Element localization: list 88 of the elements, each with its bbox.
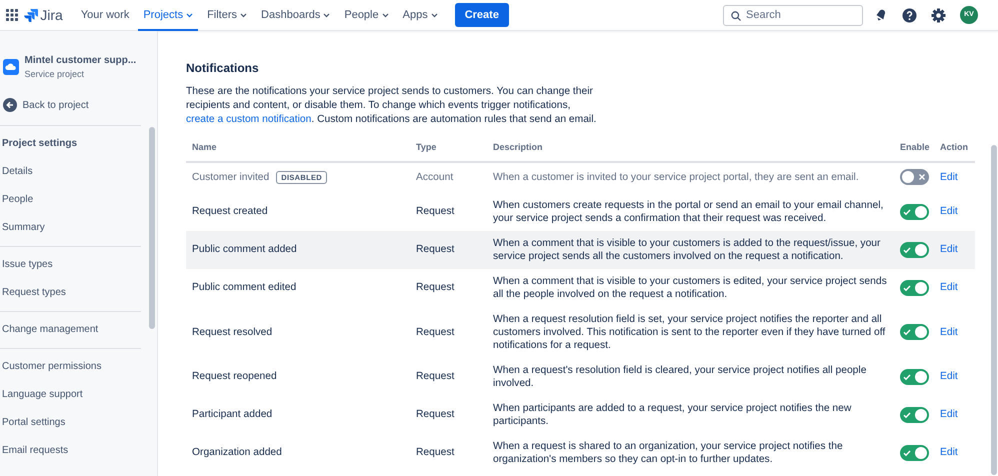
nav-tab[interactable]: Filters — [200, 0, 254, 30]
description-cell: When a comment that is visible to your customers is edited, your service project sends all the people involved on the request a notification. — [487, 268, 894, 306]
sidebar-item[interactable]: Portal settings — [0, 408, 157, 436]
edit-link[interactable]: Edit — [940, 244, 958, 255]
intro-paragraph: These are the notifications your service project sends to customers. You can change their recipients and content, or disable them. To change which events trigger notifications, create a custom notification. Custom notifications are automation rules that send an email. — [186, 85, 598, 127]
notification-name: Customer invited — [192, 172, 270, 183]
notification-name: Organization added — [192, 447, 282, 458]
cloud-icon — [3, 59, 19, 76]
notification-name: Request reopened — [192, 371, 277, 382]
nav-tab[interactable]: Projects — [136, 0, 200, 30]
notification-name: Participant added — [192, 409, 272, 420]
page-scrollbar-thumb[interactable] — [991, 145, 997, 475]
edit-link[interactable]: Edit — [940, 409, 958, 420]
check-icon — [903, 372, 911, 380]
search-icon — [731, 10, 741, 20]
enable-toggle[interactable] — [900, 280, 929, 296]
sidebar-item[interactable]: Summary — [0, 214, 157, 242]
nav-tab[interactable]: Your work — [74, 0, 136, 30]
scrollbar-thumb[interactable] — [149, 127, 155, 329]
notification-name: Public comment added — [192, 244, 297, 255]
check-icon — [903, 208, 911, 216]
create-button[interactable]: Create — [454, 2, 509, 28]
description-cell: When a request is shared to an organization, your service project notifies the organization's members so they can opt-in to further updates. — [487, 434, 894, 472]
nav-tab[interactable]: People — [337, 0, 396, 30]
type-cell: Request — [410, 230, 487, 268]
description-cell: When participants are added to a request, your service project notifies the new participants. — [487, 396, 894, 434]
check-icon — [903, 328, 911, 336]
check-icon — [903, 284, 911, 292]
enable-toggle[interactable] — [900, 242, 929, 258]
sidebar-item[interactable]: Request types — [0, 278, 157, 306]
settings-icon[interactable] — [931, 8, 946, 22]
edit-link[interactable]: Edit — [940, 326, 958, 338]
check-icon — [903, 246, 911, 254]
enable-toggle[interactable] — [900, 324, 929, 340]
sidebar-item[interactable]: Email requests — [0, 436, 157, 464]
app-grid-icon[interactable] — [6, 9, 18, 21]
description-cell: When customers create requests in the portal or send an email to your email channel, your service project sends a confirmation that their request was received. — [487, 192, 894, 230]
enable-toggle[interactable] — [900, 444, 929, 460]
sidebar-item[interactable]: Details — [0, 158, 157, 186]
check-icon — [903, 410, 911, 418]
edit-link[interactable]: Edit — [940, 371, 958, 382]
nav-tab[interactable]: Dashboards — [254, 0, 338, 30]
column-header: Type — [410, 133, 487, 162]
description-cell: When a request resolution field is set, your service project notifies the reporter and all customers involved. This notification is sent to the reporter even if they have turned off notifications for a request. — [487, 306, 894, 358]
type-cell: Request — [410, 358, 487, 396]
enable-toggle[interactable] — [900, 368, 929, 384]
description-cell: When a customer is invited to your service project portal, they are sent an email. — [487, 162, 894, 192]
project-type: Service project — [24, 68, 86, 81]
section-heading: Project settings — [1, 137, 78, 151]
enable-toggle[interactable] — [900, 168, 929, 184]
notification-bell-icon[interactable] — [874, 8, 888, 22]
edit-link[interactable]: Edit — [940, 206, 958, 217]
column-header: Description — [487, 133, 894, 162]
sidebar-item[interactable]: Issue types — [0, 250, 157, 278]
notification-name: Request resolved — [192, 326, 272, 338]
description-cell: When a request's resolution field is cleared, your service project notifies all people involved. — [487, 358, 894, 396]
type-cell: Request — [410, 192, 487, 230]
sidebar-item[interactable]: Customer permissions — [0, 352, 157, 380]
edit-link[interactable]: Edit — [940, 172, 958, 183]
type-cell: Request — [410, 268, 487, 306]
check-icon — [903, 448, 911, 456]
notification-name: Request created — [192, 206, 268, 217]
nav-tab[interactable]: Apps — [396, 0, 445, 30]
type-cell: Request — [410, 306, 487, 358]
notification-name: Public comment edited — [192, 282, 296, 293]
product-name: Jira — [40, 6, 63, 24]
search-field[interactable]: Search — [723, 4, 863, 26]
column-header: Action — [934, 133, 975, 162]
create-notification-link[interactable]: create a custom notification — [186, 114, 312, 125]
description-cell: When a comment that is visible to your customers is added to the request/issue, your service project sends all the customers involved on the request a notification. — [487, 230, 894, 268]
edit-link[interactable]: Edit — [940, 447, 958, 458]
cross-icon — [918, 172, 926, 180]
type-cell: Account — [410, 162, 487, 192]
sidebar-item[interactable]: Language support — [0, 380, 157, 408]
sidebar-item[interactable]: People — [0, 186, 157, 214]
column-header: Name — [186, 133, 410, 162]
enable-toggle[interactable] — [900, 204, 929, 220]
sidebar-item[interactable]: Change management — [0, 316, 157, 344]
type-cell: Request — [410, 434, 487, 472]
project-name[interactable]: Mintel customer supp... — [24, 53, 136, 68]
help-icon[interactable] — [902, 8, 917, 22]
jira-logo-icon[interactable] — [24, 8, 38, 22]
edit-link[interactable]: Edit — [940, 282, 958, 293]
column-header: Enable — [894, 133, 934, 162]
page-heading: Notifications — [186, 60, 260, 77]
back-link[interactable]: Back to project — [22, 98, 89, 112]
type-cell: Request — [410, 396, 487, 434]
enable-toggle[interactable] — [900, 406, 929, 422]
